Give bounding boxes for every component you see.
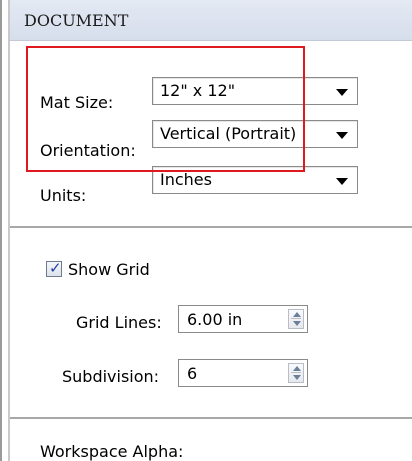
spinner-divider: [291, 372, 301, 373]
subdivision-stepper[interactable]: [288, 363, 304, 383]
spinner-divider: [291, 318, 301, 319]
orientation-select[interactable]: Vertical (Portrait): [152, 120, 358, 148]
panel-left-border: [0, 0, 10, 461]
spin-up-icon[interactable]: [293, 312, 301, 317]
grid-lines-stepper[interactable]: [288, 309, 304, 329]
grid-lines-label: Grid Lines:: [76, 313, 162, 332]
orientation-label: Orientation:: [40, 141, 136, 160]
subdivision-input[interactable]: 6: [178, 359, 308, 387]
show-grid-checkbox[interactable]: ✓: [46, 259, 62, 277]
units-select[interactable]: Inches: [152, 166, 358, 194]
spin-up-icon[interactable]: [293, 366, 301, 371]
spin-down-icon[interactable]: [293, 321, 301, 326]
chevron-down-icon: [336, 89, 348, 96]
chevron-down-icon: [336, 178, 348, 185]
workspace-alpha-label: Workspace Alpha:: [40, 442, 184, 461]
subdivision-value: 6: [187, 364, 198, 383]
divider: [10, 226, 412, 229]
units-label: Units:: [40, 186, 87, 205]
units-value: Inches: [160, 170, 212, 189]
orientation-value: Vertical (Portrait): [160, 124, 297, 143]
grid-lines-input[interactable]: 6.00 in: [178, 305, 308, 333]
divider: [10, 417, 412, 420]
spin-down-icon[interactable]: [293, 375, 301, 380]
section-header: DOCUMENT: [10, 0, 412, 41]
show-grid-label: Show Grid: [68, 260, 150, 279]
mat-size-select[interactable]: 12" x 12": [152, 77, 358, 105]
grid-lines-value: 6.00 in: [187, 310, 243, 329]
mat-size-value: 12" x 12": [160, 81, 236, 100]
check-icon: ✓: [49, 259, 62, 277]
mat-size-label: Mat Size:: [40, 93, 114, 112]
section-title: DOCUMENT: [24, 11, 129, 30]
chevron-down-icon: [336, 132, 348, 139]
subdivision-label: Subdivision:: [62, 367, 160, 386]
